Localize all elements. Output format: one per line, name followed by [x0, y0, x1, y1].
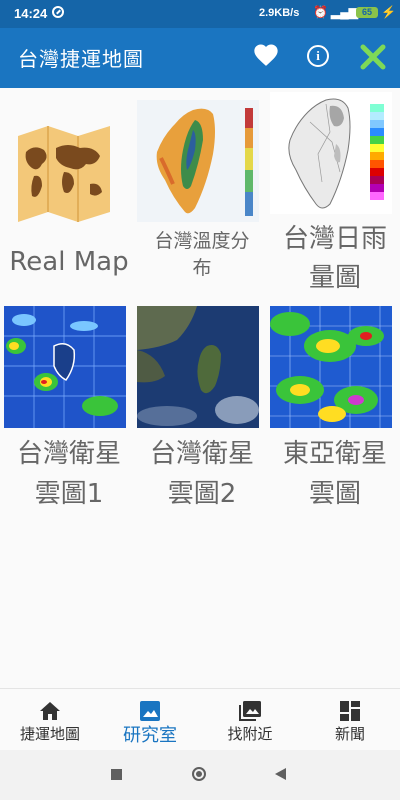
back-triangle-icon[interactable] — [275, 768, 286, 780]
tile-label: Real Map — [9, 247, 129, 277]
image-icon — [140, 701, 160, 721]
status-bar: 14:24 2.9KB/s ⏰ ▂▄▆ 65 ⚡ — [0, 0, 400, 28]
tile-label: 台灣日雨 量圖 — [282, 224, 387, 293]
signal-icon: ▂▄▆ — [331, 5, 358, 19]
close-icon[interactable] — [358, 42, 388, 72]
home-circle-icon[interactable] — [192, 767, 206, 781]
nav-item-news[interactable]: 新聞 — [300, 689, 400, 751]
temperature-map-thumbnail — [137, 100, 259, 222]
status-time: 14:24 — [14, 6, 48, 21]
satellite-photo-thumbnail — [137, 306, 259, 428]
nav-item-mrt-map[interactable]: 捷運地圖 — [0, 689, 100, 751]
do-not-disturb-icon — [52, 6, 64, 18]
photo-library-icon — [239, 701, 261, 721]
nav-item-label: 新聞 — [334, 725, 365, 743]
tile-label: 台灣溫度分 布 — [154, 230, 250, 279]
nav-item-lab[interactable]: 研究室 — [100, 689, 200, 751]
nav-item-label: 研究室 — [123, 725, 177, 746]
tile-label: 台灣衛星 雲圖1 — [16, 439, 121, 510]
east-asia-satellite-thumbnail — [270, 306, 392, 428]
rainfall-map-thumbnail — [270, 92, 392, 214]
satellite-cloud-thumbnail — [4, 306, 126, 428]
alarm-icon: ⏰ — [313, 5, 328, 19]
home-icon — [40, 702, 60, 720]
dashboard-icon — [340, 701, 360, 721]
app-bar: 台灣捷運地圖 i — [0, 28, 400, 88]
world-map-icon — [4, 100, 126, 222]
charging-icon: ⚡ — [381, 5, 396, 19]
system-navigation-bar — [0, 750, 400, 800]
favorite-heart-icon[interactable] — [252, 41, 280, 69]
nav-item-nearby[interactable]: 找附近 — [200, 689, 300, 751]
nav-item-label: 捷運地圖 — [19, 725, 80, 743]
tile-label: 東亞衛星 雲圖 — [282, 439, 387, 510]
bottom-navigation: 捷運地圖 研究室 找附近 新聞 — [0, 688, 400, 751]
network-speed: 2.9KB/s — [259, 7, 300, 19]
app-title: 台灣捷運地圖 — [18, 47, 144, 71]
tile-label: 台灣衛星 雲圖2 — [149, 439, 254, 510]
recents-square-icon[interactable] — [111, 769, 122, 780]
info-icon[interactable]: i — [307, 45, 329, 67]
nav-item-label: 找附近 — [227, 725, 273, 743]
battery-indicator: 65 — [356, 7, 378, 18]
